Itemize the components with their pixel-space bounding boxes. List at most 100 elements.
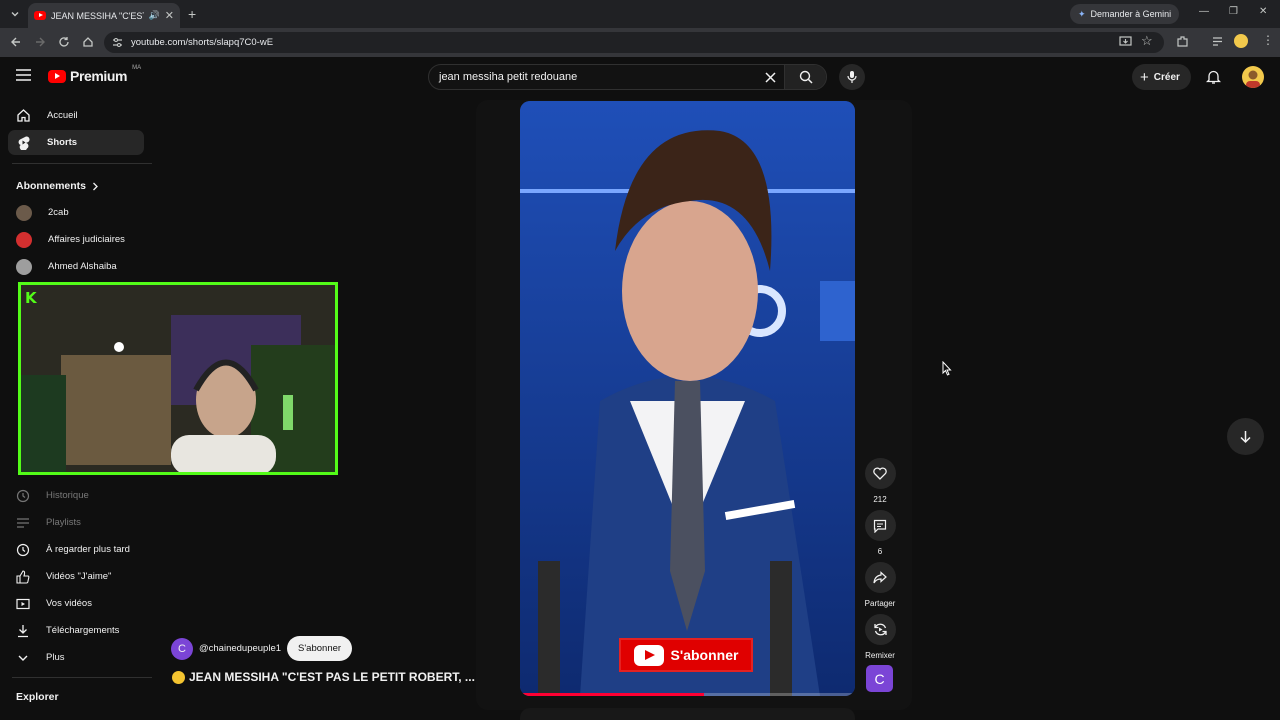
search-button[interactable] [784, 65, 826, 89]
sidebar-item-more[interactable]: Plus [8, 645, 144, 670]
share-button[interactable] [864, 562, 896, 593]
menu-icon[interactable] [16, 69, 31, 81]
install-app-icon[interactable] [1119, 35, 1132, 48]
subscribe-overlay-graphic: S'abonner [619, 638, 753, 672]
new-tab-button[interactable]: + [188, 6, 196, 22]
subscription-item-ahmed-alshaiba[interactable]: Ahmed Alshaiba [8, 254, 144, 279]
sidebar-item-label: Vos vidéos [46, 598, 92, 609]
logo-text: Premium [70, 68, 128, 84]
close-tab-icon[interactable]: ✕ [165, 9, 174, 22]
close-window-icon[interactable]: ✕ [1259, 6, 1267, 17]
like-count: 212 [873, 495, 887, 504]
clear-search-icon[interactable] [756, 71, 784, 83]
youtube-favicon-icon [34, 11, 46, 20]
share-action[interactable]: Partager [864, 562, 896, 608]
sidebar-item-downloads[interactable]: Téléchargements [8, 618, 144, 643]
home-icon [17, 109, 30, 122]
tab-list-button[interactable] [6, 5, 24, 23]
chevron-right-icon [93, 182, 98, 190]
home-icon[interactable] [82, 36, 94, 48]
like-button[interactable] [864, 458, 896, 489]
sidebar-item-home[interactable]: Accueil [8, 103, 144, 128]
remix-icon [873, 623, 887, 636]
speaker-icon[interactable]: 🔊 [149, 10, 160, 21]
watch-later-icon [16, 543, 30, 556]
like-action[interactable]: 212 [864, 458, 896, 504]
url-field[interactable]: youtube.com/shorts/slapq7C0-wE [104, 32, 1164, 53]
bookmark-star-icon[interactable]: ☆ [1141, 33, 1153, 49]
subscribe-overlay-text: S'abonner [670, 647, 739, 663]
sidebar-divider [12, 163, 152, 164]
extensions-icon[interactable] [1176, 35, 1189, 48]
chevron-down-icon [18, 655, 28, 661]
youtube-premium-logo[interactable]: Premium MA [48, 65, 142, 84]
comments-button[interactable] [864, 510, 896, 541]
sidebar-item-label: Téléchargements [46, 625, 120, 636]
short-title[interactable]: JEAN MESSIHA "C'EST PAS LE PETIT ROBERT,… [172, 670, 475, 684]
sidebar-item-label: Vidéos "J'aime" [46, 571, 112, 582]
comment-icon [873, 519, 887, 533]
sidebar-item-label: Playlists [46, 517, 81, 528]
back-icon[interactable] [10, 36, 22, 48]
menu-kebab-icon[interactable]: ⋮ [1262, 33, 1274, 47]
subscription-label: 2cab [48, 207, 69, 218]
sidebar-item-watch-later[interactable]: À regarder plus tard [8, 537, 144, 562]
remix-action[interactable]: Remixer [864, 614, 896, 660]
forward-icon[interactable] [34, 36, 46, 48]
voice-search-button[interactable] [839, 64, 865, 90]
url-text: youtube.com/shorts/slapq7C0-wE [131, 37, 274, 48]
next-short-button[interactable] [1227, 418, 1264, 455]
gemini-label: Demander à Gemini [1090, 9, 1172, 19]
site-info-icon[interactable] [112, 37, 123, 48]
arrow-down-icon [1240, 430, 1251, 443]
comments-action[interactable]: 6 [864, 510, 896, 556]
youtube-logo-icon [48, 69, 66, 83]
shorts-video-player[interactable]: S'abonner [520, 101, 855, 696]
sidebar-item-shorts[interactable]: Shorts [8, 130, 144, 155]
browser-tab[interactable]: JEAN MESSIHA "C'EST P 🔊 ✕ [28, 3, 180, 28]
sidebar-item-playlists[interactable]: Playlists [8, 510, 144, 535]
sidebar-item-liked-videos[interactable]: Vidéos "J'aime" [8, 564, 144, 589]
explore-heading: Explorer [16, 691, 59, 703]
logo-region: MA [132, 65, 142, 71]
ask-gemini-button[interactable]: ✦ Demander à Gemini [1070, 4, 1180, 24]
microphone-icon [847, 71, 857, 83]
subscribe-button[interactable]: S'abonner [287, 636, 353, 661]
youtube-play-icon [633, 644, 664, 666]
sidebar-item-label: Plus [46, 652, 65, 663]
webcam-overlay: K [18, 282, 338, 475]
account-avatar[interactable] [1242, 66, 1264, 88]
sidebar-item-history[interactable]: Historique [8, 483, 144, 508]
create-button[interactable]: + Créer [1132, 64, 1191, 90]
share-label: Partager [864, 599, 896, 608]
browser-tab-bar: JEAN MESSIHA "C'EST P 🔊 ✕ + ✦ Demander à… [0, 0, 1280, 28]
reload-icon[interactable] [58, 36, 70, 48]
history-icon [16, 489, 30, 502]
video-progress-bar[interactable] [520, 693, 855, 696]
sidebar-item-label: Historique [46, 490, 89, 501]
profile-avatar-icon[interactable] [1234, 34, 1248, 48]
explore-title: Explorer [16, 691, 59, 703]
youtube-page: Premium MA jean messiha petit redouane +… [0, 57, 1280, 720]
channel-avatar[interactable]: C [171, 637, 193, 660]
sound-channel-thumbnail[interactable]: C [866, 665, 893, 692]
share-icon [873, 571, 887, 584]
reading-list-icon[interactable] [1211, 35, 1224, 48]
notifications-bell-icon[interactable] [1206, 69, 1221, 85]
comment-count: 6 [877, 547, 883, 556]
shorts-icon [18, 136, 30, 150]
sidebar-item-your-videos[interactable]: Vos vidéos [8, 591, 144, 616]
sidebar-item-label: Shorts [47, 137, 78, 148]
thumbs-up-icon [16, 569, 30, 584]
subscription-item-affaires-judiciaires[interactable]: Affaires judiciaires [8, 227, 144, 252]
search-input[interactable]: jean messiha petit redouane [429, 71, 756, 83]
subscription-item-2cab[interactable]: 2cab [8, 200, 144, 225]
channel-avatar [16, 204, 32, 221]
next-short-preview[interactable] [520, 708, 855, 720]
remix-button[interactable] [864, 614, 896, 645]
channel-handle[interactable]: @chainedupeuple1 [199, 643, 281, 654]
subscriptions-heading[interactable]: Abonnements [16, 180, 99, 192]
minimize-icon[interactable]: — [1199, 6, 1209, 17]
sidebar-divider [12, 677, 152, 678]
restore-icon[interactable]: ❐ [1229, 6, 1238, 17]
